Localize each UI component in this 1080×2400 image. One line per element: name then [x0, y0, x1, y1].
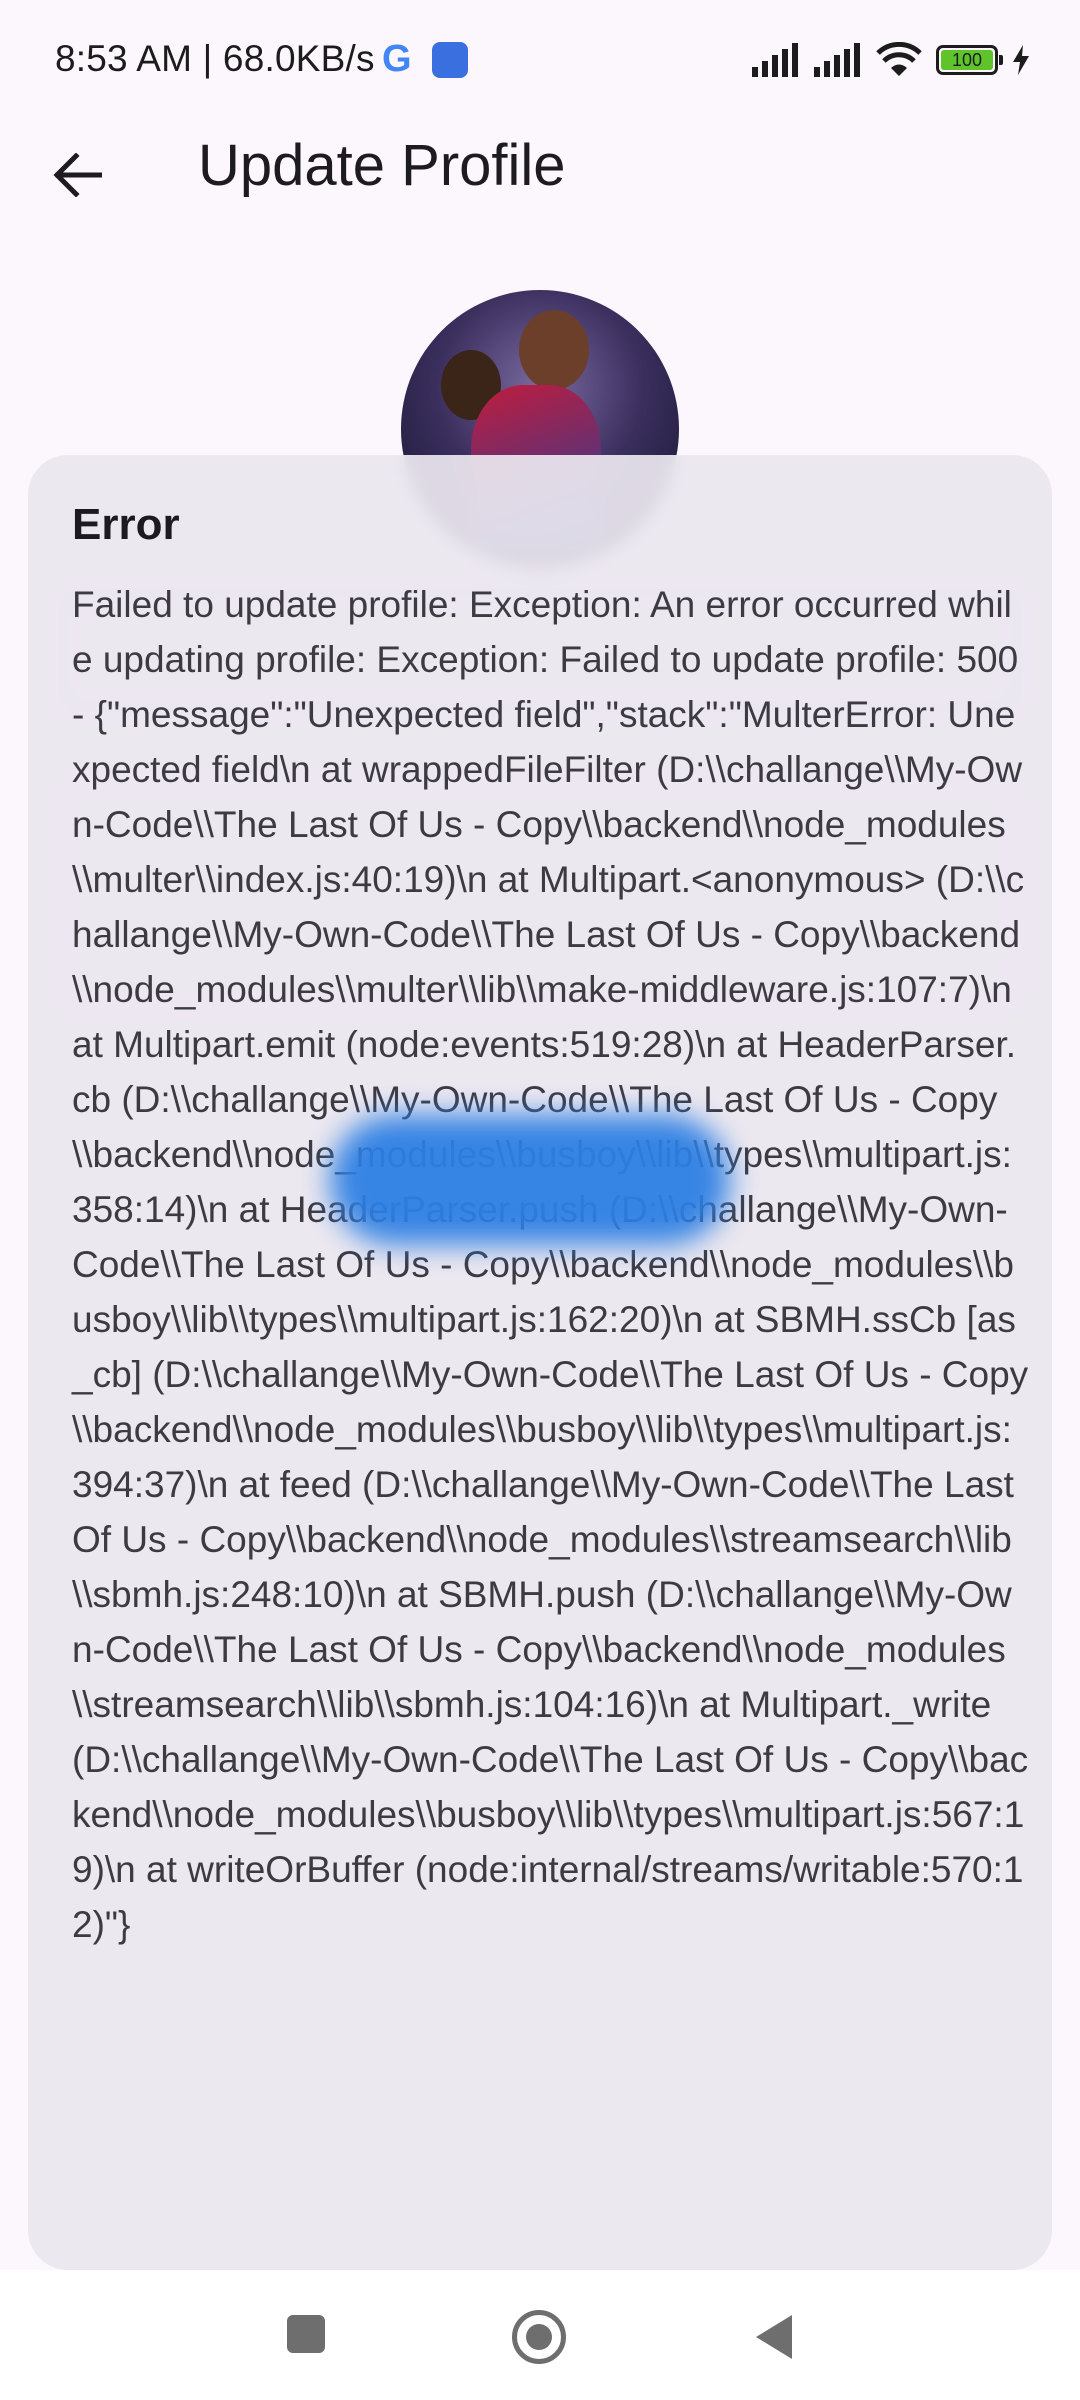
home-circle-icon[interactable] — [512, 2310, 566, 2364]
app-bar: Update Profile — [0, 120, 1080, 220]
charging-icon — [1012, 45, 1030, 75]
wifi-icon — [876, 42, 922, 78]
status-indicators: 100 — [752, 38, 1030, 82]
blurred-button — [330, 1115, 730, 1245]
signal-icon-2 — [814, 43, 862, 77]
battery-icon: 100 — [936, 45, 1003, 75]
page-title: Update Profile — [198, 133, 566, 198]
avatar-photo-detail — [519, 310, 589, 390]
update-profile-screen: 8:53 AM | 68.0KB/s G 100 Update Profile … — [0, 0, 1080, 2400]
status-time: 8:53 AM | 68.0KB/s — [55, 38, 375, 79]
signal-icon — [752, 43, 800, 77]
error-message: Failed to update profile: Exception: An … — [72, 584, 1029, 1945]
back-triangle-icon[interactable] — [752, 2313, 794, 2366]
navigation-bar — [0, 2270, 1080, 2400]
arrow-left-icon — [53, 153, 102, 197]
home-circle-inner — [526, 2324, 552, 2350]
back-button[interactable] — [40, 138, 114, 212]
google-glyph: G — [382, 38, 412, 80]
google-icon: G — [382, 38, 412, 81]
battery-level: 100 — [941, 50, 993, 70]
dialog-title: Error — [72, 500, 180, 549]
error-dialog: Error Failed to update profile: Exceptio… — [28, 455, 1052, 2270]
recents-square-icon[interactable] — [287, 2315, 325, 2353]
status-bar: 8:53 AM | 68.0KB/s G 100 — [0, 0, 1080, 120]
app-notification-icon — [432, 42, 468, 78]
